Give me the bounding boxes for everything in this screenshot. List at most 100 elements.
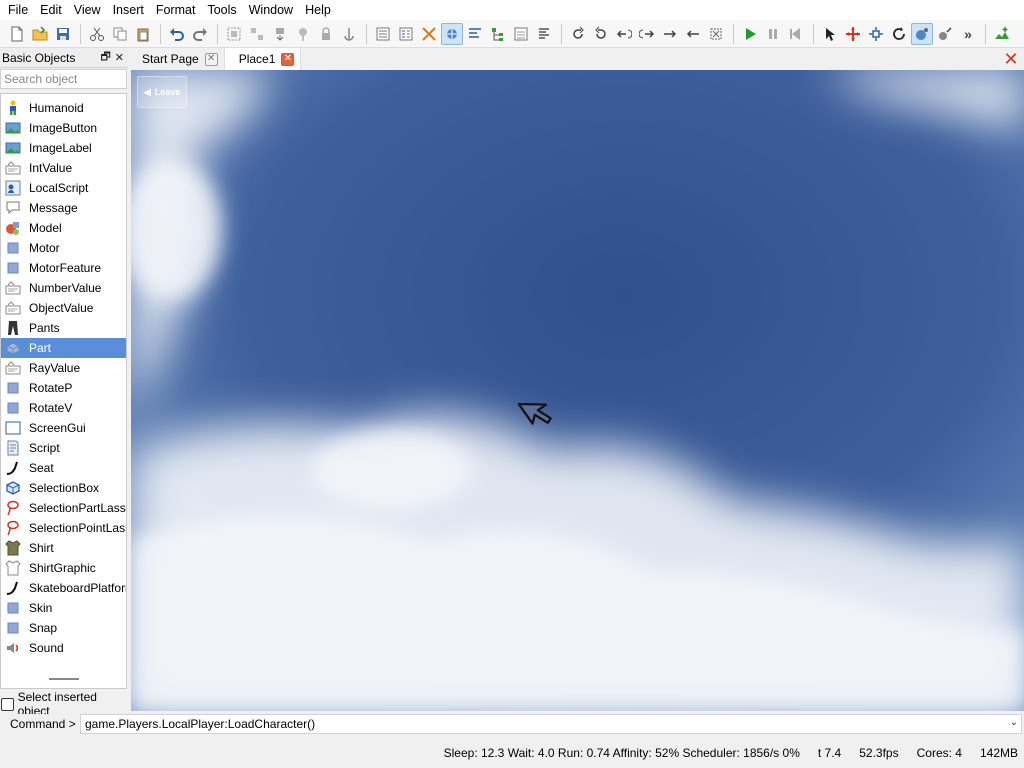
redo-icon[interactable] [189,23,211,45]
move-left-icon[interactable] [682,23,704,45]
close-tab-icon[interactable]: ✕ [281,52,295,66]
cut-icon[interactable] [86,23,108,45]
play-icon[interactable] [739,23,761,45]
search-object-input[interactable] [0,69,127,89]
object-item-skateboardplatform[interactable]: SkateboardPlatform [1,578,126,598]
object-item-intvalue[interactable]: IntValue [1,158,126,178]
leave-label: Leave [154,87,181,97]
explorer-icon[interactable] [372,23,394,45]
menu-tools[interactable]: Tools [201,0,242,20]
object-item-selectionpartlasso[interactable]: SelectionPartLasso [1,498,126,518]
object-item-part[interactable]: Part [1,338,126,358]
paint-tool-icon[interactable] [934,23,956,45]
object-list-icon[interactable] [510,23,532,45]
object-item-rotatep[interactable]: RotateP [1,378,126,398]
overflow-chevron-icon[interactable]: » [957,23,979,45]
object-item-motorfeature[interactable]: MotorFeature [1,258,126,278]
menu-edit[interactable]: Edit [34,0,68,20]
select-inserted-checkbox[interactable] [1,697,14,711]
game-viewport[interactable]: ◀ Leave [131,70,1024,711]
object-item-rotatev[interactable]: RotateV [1,398,126,418]
group-icon[interactable] [223,23,245,45]
select-inserted-object-option[interactable]: Select inserted object [0,690,128,718]
object-item-imagelabel[interactable]: ImageLabel [1,138,126,158]
list-resize-grip[interactable] [49,678,79,680]
object-item-message[interactable]: Message [1,198,126,218]
menu-file[interactable]: File [2,0,34,20]
undo-icon[interactable] [166,23,188,45]
object-item-screengui[interactable]: ScreenGui [1,418,126,438]
tab-start-page[interactable]: Start Page ✕ [128,48,225,70]
terrain-icon[interactable] [991,23,1013,45]
ungroup-icon[interactable] [246,23,268,45]
toolbox-icon[interactable] [418,23,440,45]
scheduler-stats: Sleep: 12.3 Wait: 4.0 Run: 0.74 Affinity… [443,746,800,760]
close-tab-icon[interactable]: ✕ [204,52,218,66]
object-item-pants[interactable]: Pants [1,318,126,338]
leave-button[interactable]: ◀ Leave [137,76,187,108]
object-item-skin[interactable]: Skin [1,598,126,618]
camera-tool-icon[interactable] [911,22,933,45]
save-icon[interactable] [52,23,74,45]
menu-format[interactable]: Format [150,0,202,20]
object-item-objectvalue[interactable]: ObjectValue [1,298,126,318]
tilt-left-icon[interactable] [613,23,635,45]
move-right-icon[interactable] [659,23,681,45]
lock-icon[interactable] [315,23,337,45]
tab-place1[interactable]: Place1 ✕ [224,48,302,70]
hierarchy-icon[interactable] [487,23,509,45]
move-tool-icon[interactable] [842,23,864,45]
object-item-model[interactable]: Model [1,218,126,238]
object-item-shirt[interactable]: Shirt [1,538,126,558]
snap-icon[interactable] [705,23,727,45]
rotate-left-icon[interactable] [567,23,589,45]
new-file-icon[interactable] [6,23,28,45]
scale-tool-icon[interactable] [865,23,887,45]
object-item-numbervalue[interactable]: NumberValue [1,278,126,298]
rotate-right-icon[interactable] [590,23,612,45]
object-item-sound[interactable]: Sound [1,638,126,658]
object-item-selectionbox[interactable]: SelectionBox [1,478,126,498]
paste-icon[interactable] [132,23,154,45]
menu-help[interactable]: Help [299,0,337,20]
screengui-icon [5,420,21,436]
menu-window[interactable]: Window [243,0,299,20]
menu-insert[interactable]: Insert [107,0,150,20]
game-explorer-icon[interactable] [441,22,463,45]
drop-icon[interactable] [269,23,291,45]
restore-panel-icon[interactable]: 🗗 [100,48,110,67]
pause-icon[interactable] [762,23,784,45]
rotate-tool-icon[interactable] [888,23,910,45]
tilt-right-icon[interactable] [636,23,658,45]
open-folder-icon[interactable] [29,23,51,45]
toolbar-separator [160,23,161,44]
script-icon [5,440,21,456]
menu-view[interactable]: View [68,0,107,20]
stop-icon[interactable] [785,23,807,45]
object-item-humanoid[interactable]: Humanoid [1,98,126,118]
script-editor-icon[interactable] [533,23,555,45]
value-icon [5,160,21,176]
object-item-selectionpointlasso[interactable]: SelectionPointLasso [1,518,126,538]
object-item-script[interactable]: Script [1,438,126,458]
mouse-cursor-icon [517,402,552,425]
close-panel-icon[interactable]: ✕ [115,51,124,64]
object-item-shirtgraphic[interactable]: ShirtGraphic [1,558,126,578]
output-icon[interactable] [464,23,486,45]
select-tool-icon[interactable] [819,23,841,45]
object-item-seat[interactable]: Seat [1,458,126,478]
command-input[interactable] [80,714,1022,734]
anchor-icon[interactable] [338,23,360,45]
object-item-label: IntValue [29,161,73,175]
chevron-down-icon[interactable]: ⌄ [1010,717,1018,728]
properties-icon[interactable] [395,23,417,45]
object-item-label: Skin [29,601,53,615]
object-item-imagebutton[interactable]: ImageButton [1,118,126,138]
unanchor-icon[interactable] [292,23,314,45]
close-document-icon[interactable]: ✕ [1002,50,1020,68]
object-item-snap[interactable]: Snap [1,618,126,638]
object-item-motor[interactable]: Motor [1,238,126,258]
copy-icon[interactable] [109,23,131,45]
object-item-localscript[interactable]: LocalScript [1,178,126,198]
object-item-rayvalue[interactable]: RayValue [1,358,126,378]
